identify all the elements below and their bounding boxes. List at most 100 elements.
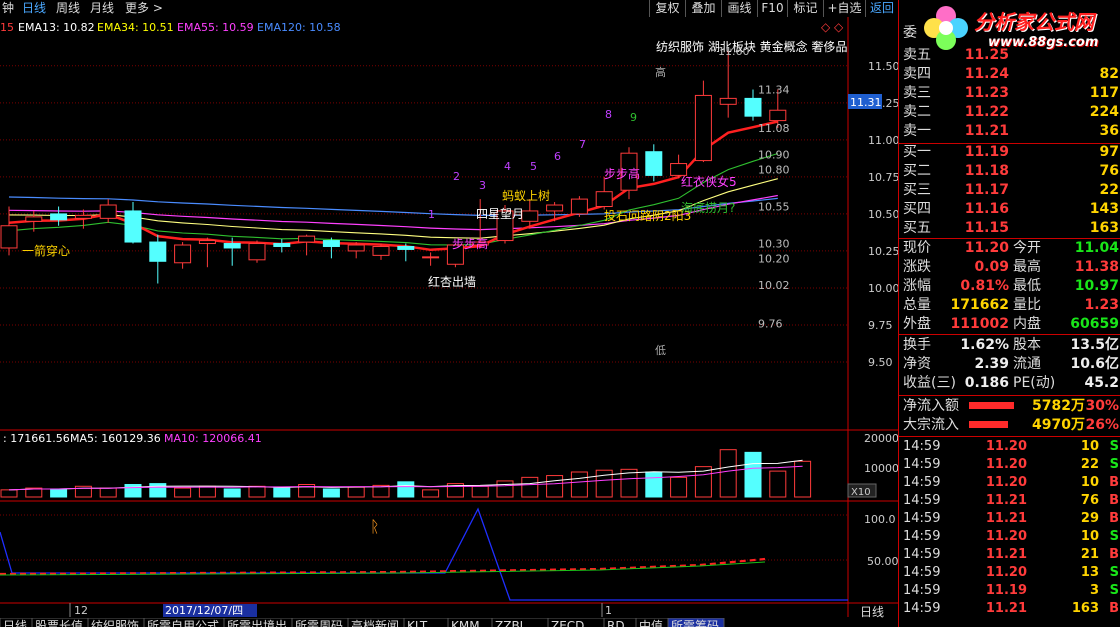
- candle[interactable]: [99, 199, 117, 223]
- candle[interactable]: [719, 51, 737, 118]
- fundamental-value: 2.39: [974, 356, 1009, 372]
- candle-body: [50, 213, 68, 221]
- bottom-tab[interactable]: 所需筹码: [667, 617, 725, 627]
- candle[interactable]: [248, 240, 266, 263]
- fundamental-row: 换手 1.62% 股本 13.5亿: [899, 336, 1120, 354]
- bottom-tab[interactable]: 日线: [0, 617, 33, 627]
- tick-time: 14:59: [903, 439, 941, 454]
- bid-price: 11.16: [964, 201, 1009, 217]
- quote-row: 总量 171662 量比 1.23: [899, 296, 1120, 314]
- add-watchlist-button[interactable]: +自选: [823, 0, 865, 17]
- tick-volume: 10: [1080, 439, 1099, 454]
- diamond-icon-2: ◇: [834, 20, 844, 34]
- volume-bar: [223, 488, 241, 498]
- candle[interactable]: [422, 252, 440, 266]
- bottom-tab[interactable]: RD: [603, 617, 637, 627]
- bottom-tab[interactable]: 所需出境出: [223, 617, 293, 627]
- bottom-tab[interactable]: ZZBI: [491, 617, 549, 627]
- period-more[interactable]: 更多 >: [125, 0, 163, 16]
- tick-price: 11.20: [985, 475, 1027, 490]
- candle[interactable]: [149, 234, 167, 284]
- bottom-tab[interactable]: 中值: [635, 617, 669, 627]
- quote-label: 外盘: [903, 316, 931, 332]
- candle[interactable]: [50, 206, 68, 226]
- ask-row[interactable]: 卖四 11.24 82: [899, 65, 1120, 83]
- tick-volume: 21: [1080, 547, 1099, 562]
- period-day[interactable]: 日线: [22, 0, 46, 16]
- tick-price: 11.21: [985, 511, 1027, 526]
- bottom-tab[interactable]: 所需周码: [291, 617, 349, 627]
- candle[interactable]: [694, 80, 712, 163]
- xlabel-12: 12: [74, 604, 88, 617]
- overlay-button[interactable]: 叠加: [685, 0, 721, 17]
- candle-body: [521, 210, 539, 222]
- candle[interactable]: [595, 176, 613, 210]
- bottom-tab[interactable]: KMM: [447, 617, 493, 627]
- back-button[interactable]: 返回: [865, 0, 898, 17]
- y-tick-label: 9.75: [868, 319, 893, 332]
- bottom-tab[interactable]: 高档新闻: [347, 617, 405, 627]
- bid-row[interactable]: 买五 11.15 163: [899, 219, 1120, 237]
- bottom-tab[interactable]: KLT: [403, 617, 449, 627]
- f10-button[interactable]: F10: [757, 0, 787, 17]
- ema34-label: EMA34: 10.51: [97, 21, 174, 34]
- tick-volume: 3: [1089, 583, 1099, 598]
- diamond-icon: ◇: [821, 20, 831, 34]
- tick-price: 11.19: [985, 583, 1027, 598]
- fundamental-value: 0.186: [964, 375, 1009, 391]
- bottom-tab[interactable]: 所需自用公式: [143, 617, 225, 627]
- draw-line-button[interactable]: 画线: [721, 0, 757, 17]
- ema120-label: EMA120: 10.58: [257, 21, 341, 34]
- bid-row[interactable]: 买二 11.18 76: [899, 162, 1120, 180]
- bid-row[interactable]: 买一 11.19 97: [899, 143, 1120, 161]
- toolbar: 钟 日线 周线 月线 更多 > 复权 叠加 画线 F10 标记 +自选 返回: [0, 0, 898, 17]
- mark-button[interactable]: 标记: [787, 0, 823, 17]
- level-label: 10.55: [758, 201, 790, 214]
- kline-chart[interactable]: 15 EMA13: 10.82 EMA34: 10.51 EMA55: 10.5…: [0, 17, 898, 627]
- ask-row[interactable]: 卖一 11.21 36: [899, 122, 1120, 140]
- bottom-tab[interactable]: ZECD: [547, 617, 605, 627]
- ask-row[interactable]: 卖三 11.23 117: [899, 84, 1120, 102]
- quote-label-2: 内盘: [1013, 316, 1041, 332]
- candle[interactable]: [174, 242, 192, 269]
- tick-side: S: [1109, 457, 1119, 472]
- candle-body: [273, 243, 291, 247]
- bottom-tab[interactable]: 股票长值: [31, 617, 89, 627]
- tick-side: B: [1109, 475, 1119, 490]
- period-week[interactable]: 周线: [56, 0, 80, 16]
- bid-volume: 76: [1099, 163, 1119, 179]
- bid-row[interactable]: 买三 11.17 22: [899, 181, 1120, 199]
- chart-svg[interactable]: 15 EMA13: 10.82 EMA34: 10.51 EMA55: 10.5…: [0, 17, 898, 627]
- volume-bar: [570, 471, 588, 498]
- candle[interactable]: [570, 196, 588, 217]
- quote-value-2: 60659: [1070, 316, 1119, 332]
- ask-row[interactable]: 卖二 11.22 224: [899, 103, 1120, 121]
- candle[interactable]: [298, 234, 316, 256]
- quote-row: 现价 11.20 今开 11.04: [899, 239, 1120, 257]
- sequence-counter: 4: [504, 160, 511, 173]
- candle[interactable]: [124, 202, 142, 244]
- annotation-sixing: 四星望月: [476, 207, 524, 221]
- bid-row[interactable]: 买四 11.16 143: [899, 200, 1120, 218]
- osc-ylabel-100: 100.0: [864, 513, 896, 526]
- tick-volume: 163: [1071, 601, 1099, 616]
- bottom-tab[interactable]: 纺织服饰: [87, 617, 145, 627]
- annotation-hongyi: 红衣侠女5: [681, 174, 737, 189]
- candle[interactable]: [322, 237, 340, 259]
- level-label: 11.08: [758, 122, 790, 135]
- period-month[interactable]: 月线: [90, 0, 114, 16]
- tick-side: B: [1109, 601, 1119, 616]
- fundamental-label: 换手: [903, 337, 931, 353]
- candle[interactable]: [273, 239, 291, 253]
- bottom-tab-label: ZZBI: [495, 619, 523, 627]
- candle[interactable]: [397, 243, 415, 262]
- clock-tab[interactable]: 钟: [2, 0, 14, 16]
- volume-bar: [347, 486, 365, 498]
- candle[interactable]: [198, 237, 216, 268]
- bottom-tab-label: 股票长值: [35, 618, 83, 627]
- fundamental-value-2: 10.6亿: [1070, 356, 1119, 372]
- fuquan-button[interactable]: 复权: [649, 0, 685, 17]
- candle[interactable]: [645, 144, 663, 182]
- quote-value: 11.20: [964, 240, 1009, 256]
- bottom-tab-label: 纺织服饰: [91, 619, 139, 627]
